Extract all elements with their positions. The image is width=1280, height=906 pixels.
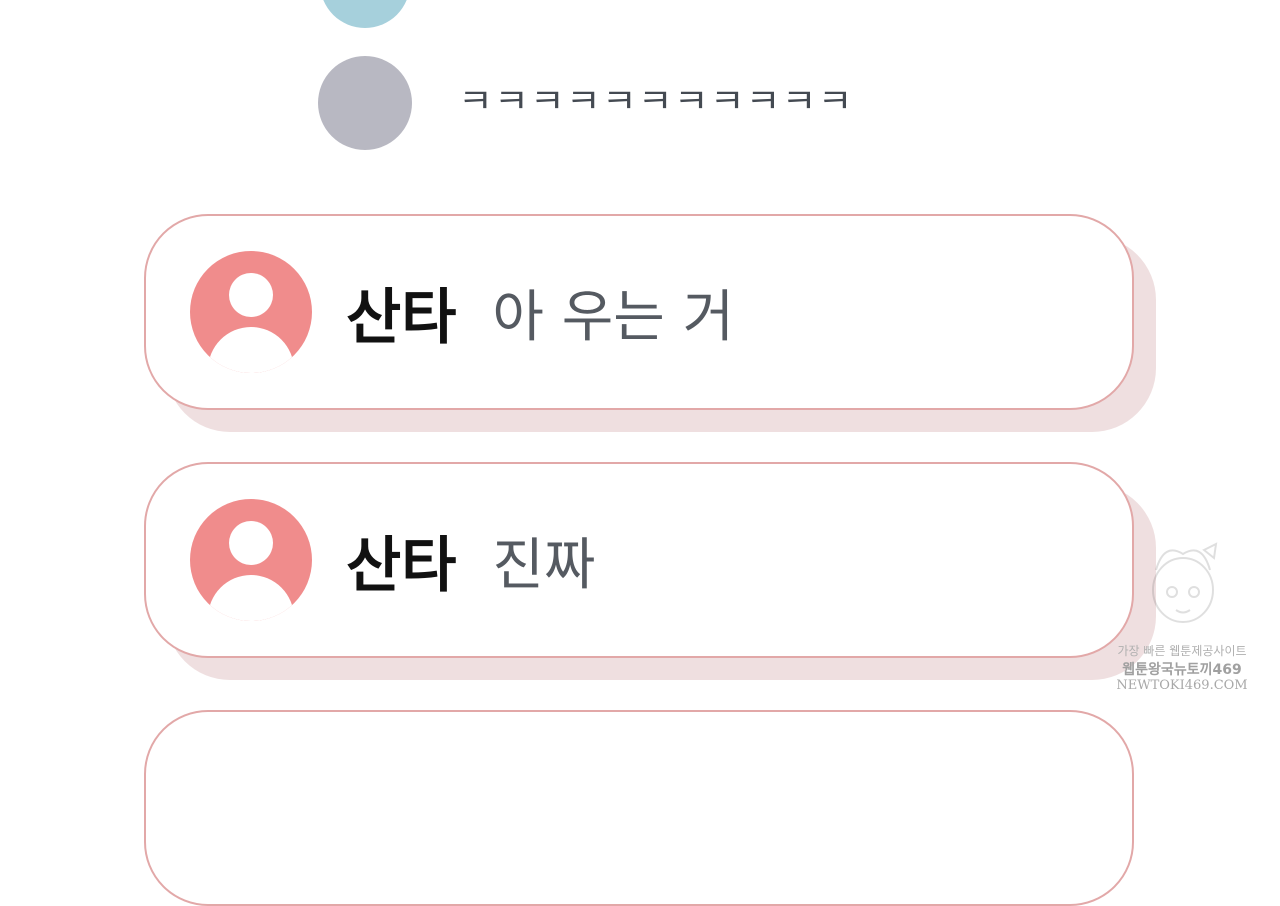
watermark-tagline: 가장 빠른 웹툰제공사이트 (1117, 644, 1247, 658)
message-text: 아 우는 거 (492, 284, 735, 350)
message-card: 산타 아 우는 거 (144, 214, 1156, 432)
chat-message-text: ㅋㅋㅋㅋㅋㅋㅋㅋㅋㅋㅋ (458, 82, 854, 120)
sender-name: 산타 (346, 282, 457, 353)
message-card-body: 산타 진짜 (144, 462, 1134, 658)
watermark: 가장 빠른 웹툰제공사이트 웹툰왕국뉴토끼469 NEWTOKI469.COM (1112, 540, 1252, 700)
person-icon (190, 499, 312, 621)
mascot-watermark-icon (1152, 542, 1218, 623)
watermark-title: 웹툰왕국뉴토끼469 (1122, 662, 1242, 678)
avatar-gray (318, 56, 412, 150)
avatar-blue-partial (320, 0, 410, 28)
message-card-body: 산타 아 우는 거 (144, 214, 1134, 410)
message-card-partial (144, 710, 1134, 906)
person-icon (190, 251, 312, 373)
watermark-url: NEWTOKI469.COM (1116, 678, 1248, 693)
sender-name: 산타 (346, 530, 457, 601)
message-card-body (144, 710, 1134, 906)
message-card: 산타 진짜 (144, 462, 1156, 680)
message-text: 진짜 (492, 532, 596, 598)
